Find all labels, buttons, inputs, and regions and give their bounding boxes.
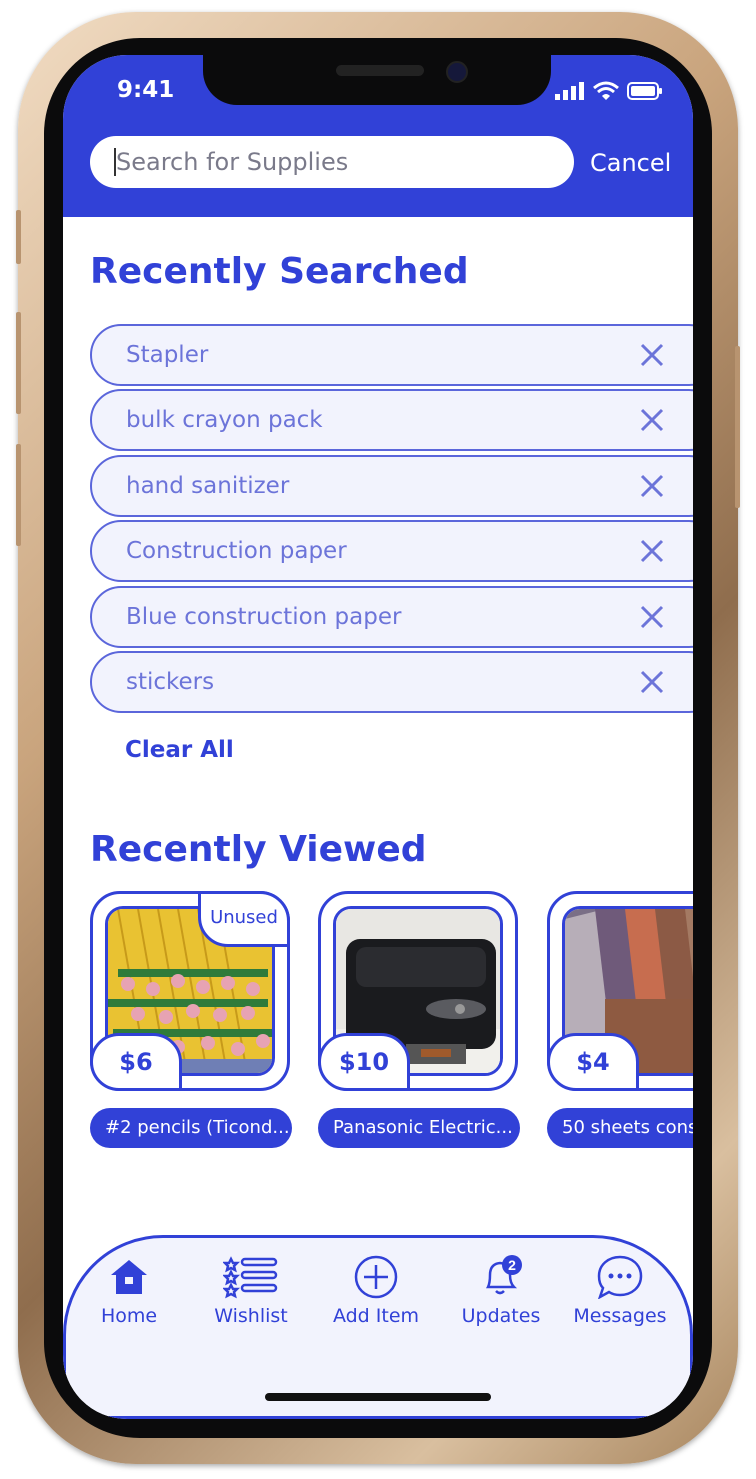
product-card[interactable]: $4 [547, 891, 693, 1091]
recently-viewed-heading: Recently Viewed [90, 829, 427, 870]
tab-messages[interactable]: Messages [560, 1255, 680, 1327]
price-tag: $6 [90, 1033, 182, 1091]
tab-wishlist[interactable]: Wishlist [191, 1255, 311, 1327]
close-icon[interactable] [638, 668, 666, 696]
screen: 9:41 Search for Supplies Cancel Recently… [63, 55, 693, 1419]
recent-search-item[interactable]: hand sanitizer [90, 455, 693, 517]
tab-label: Home [100, 1305, 158, 1327]
tab-add-item[interactable]: Add Item [316, 1255, 436, 1327]
price-tag: $4 [547, 1033, 639, 1091]
close-icon[interactable] [638, 472, 666, 500]
recent-search-label: Stapler [126, 342, 209, 368]
product-title[interactable]: 50 sheets cons [547, 1108, 693, 1148]
cancel-button[interactable]: Cancel [590, 149, 671, 177]
close-icon[interactable] [638, 341, 666, 369]
recent-search-item[interactable]: Construction paper [90, 520, 693, 582]
recent-search-item[interactable]: bulk crayon pack [90, 389, 693, 451]
search-input[interactable]: Search for Supplies [90, 136, 574, 188]
search-placeholder: Search for Supplies [116, 148, 349, 176]
close-icon[interactable] [638, 603, 666, 631]
clear-all-button[interactable]: Clear All [125, 737, 234, 763]
recent-search-label: Construction paper [126, 538, 347, 564]
tab-home[interactable]: Home [69, 1255, 189, 1327]
chat-bubble-icon [597, 1255, 643, 1299]
wishlist-icon [223, 1256, 278, 1299]
close-icon[interactable] [638, 537, 666, 565]
status-time: 9:41 [117, 77, 175, 103]
power-button [735, 346, 740, 508]
tab-label: Wishlist [214, 1305, 288, 1327]
recent-search-label: bulk crayon pack [126, 407, 323, 433]
product-card[interactable]: Unused $6 [90, 891, 290, 1091]
status-icons [555, 81, 663, 101]
volume-up-button [16, 312, 21, 414]
volume-down-button [16, 444, 21, 546]
recent-search-label: stickers [126, 669, 215, 695]
product-title[interactable]: Panasonic Electric... [318, 1108, 520, 1148]
recent-search-item[interactable]: Blue construction paper [90, 586, 693, 648]
product-title[interactable]: #2 pencils (Ticond... [90, 1108, 292, 1148]
bell-icon: 2 [485, 1255, 522, 1295]
recent-search-label: Blue construction paper [126, 604, 402, 630]
recently-searched-heading: Recently Searched [90, 251, 469, 292]
home-icon [111, 1260, 147, 1294]
condition-badge: Unused [198, 891, 290, 947]
camera [446, 61, 468, 83]
tab-updates[interactable]: 2 Updates [441, 1255, 561, 1327]
signal-icon [555, 82, 584, 100]
home-indicator[interactable] [265, 1393, 491, 1401]
recent-search-item[interactable]: Stapler [90, 324, 693, 386]
product-card[interactable]: $10 [318, 891, 518, 1091]
recent-search-label: hand sanitizer [126, 473, 290, 499]
close-icon[interactable] [638, 406, 666, 434]
plus-circle-icon [354, 1255, 398, 1299]
price-tag: $10 [318, 1033, 410, 1091]
tab-label: Add Item [332, 1305, 420, 1327]
updates-badge-count: 2 [508, 1257, 516, 1273]
mute-switch [16, 210, 21, 264]
recent-search-item[interactable]: stickers [90, 651, 693, 713]
speaker [336, 65, 424, 76]
wifi-icon [593, 81, 619, 100]
battery-icon [627, 82, 662, 100]
tab-label: Messages [573, 1305, 667, 1327]
notch [203, 55, 551, 105]
tab-label: Updates [461, 1305, 541, 1327]
